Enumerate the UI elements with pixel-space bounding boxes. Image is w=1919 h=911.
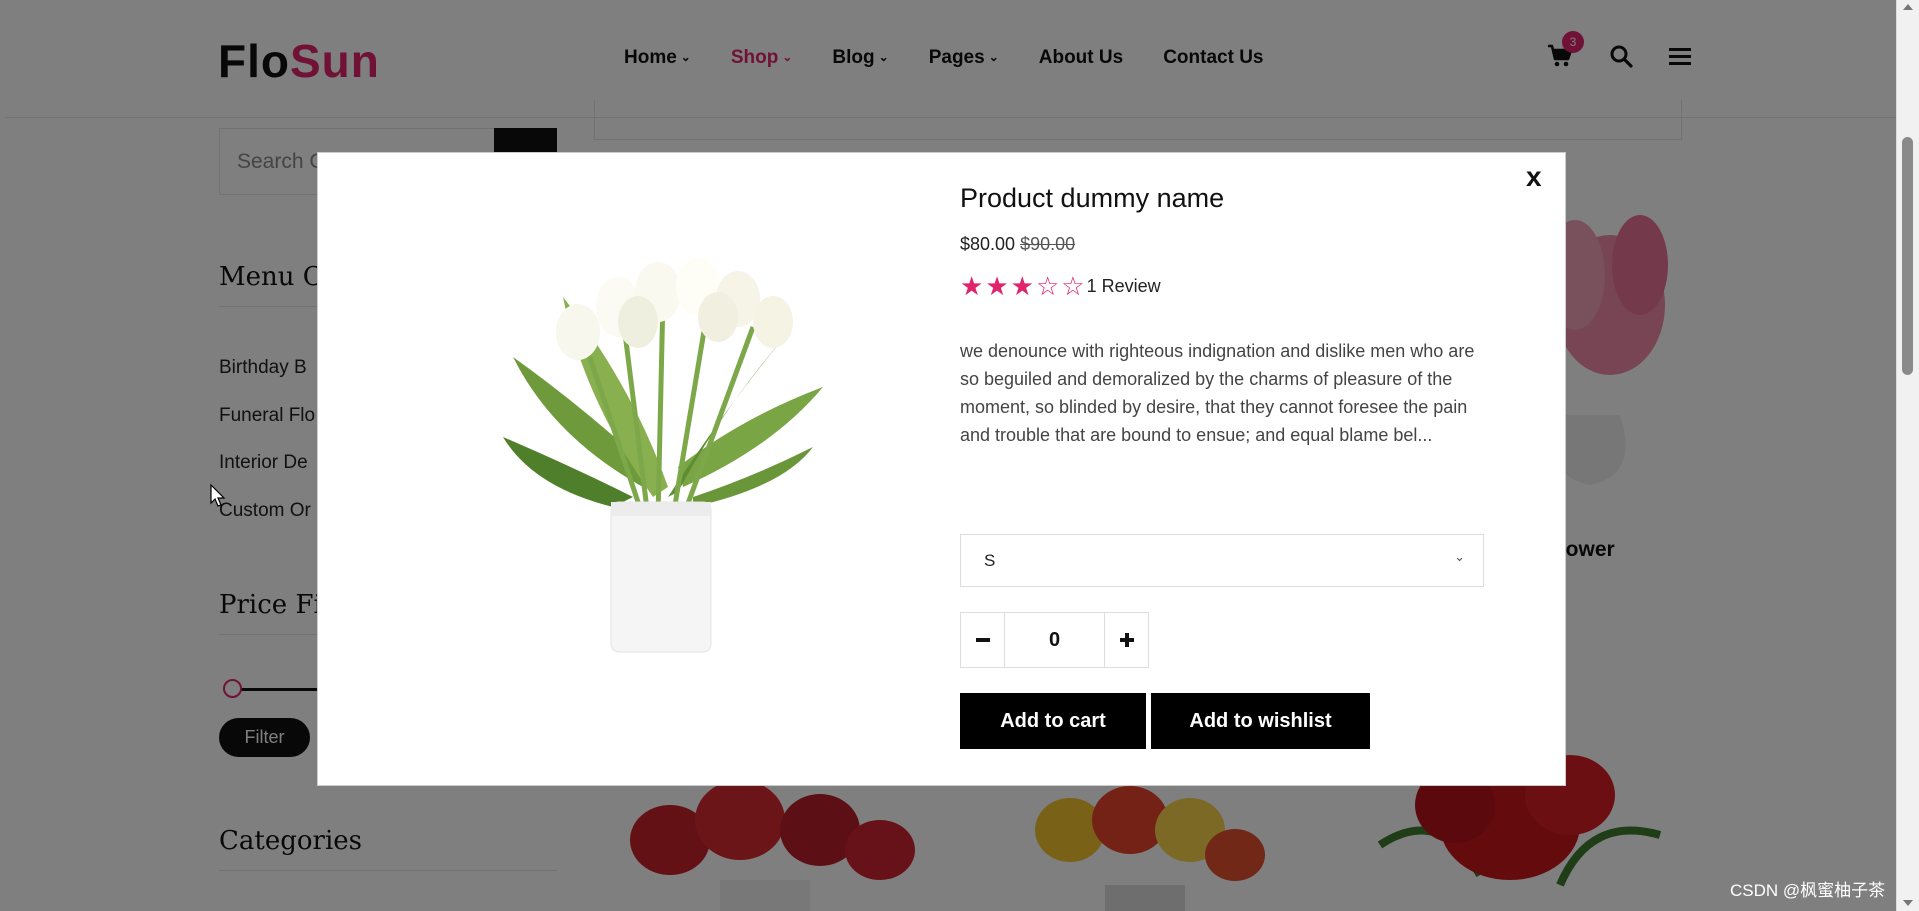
chevron-down-icon: ⌄ <box>1454 549 1465 564</box>
product-price: $80.00 $90.00 <box>960 234 1490 255</box>
page-scrollbar[interactable] <box>1896 0 1919 911</box>
quantity-decrease-button[interactable] <box>961 613 1005 667</box>
minus-icon <box>975 638 990 642</box>
star-empty-icon: ☆ <box>1061 271 1085 301</box>
product-rating: ★ ★ ★ ☆ ☆ 1 Review <box>960 273 1490 299</box>
size-select[interactable]: S ⌄ <box>960 534 1484 587</box>
mouse-cursor-icon <box>210 484 226 507</box>
scroll-up-arrow-icon[interactable] <box>1903 4 1913 10</box>
current-price: $80.00 <box>960 234 1016 254</box>
product-image-white-tulips <box>503 258 823 653</box>
star-empty-icon: ☆ <box>1035 271 1060 301</box>
size-selected-value: S <box>984 551 996 570</box>
watermark: CSDN @枫蜜柚子茶 <box>1730 881 1886 900</box>
add-to-cart-button[interactable]: Add to cart <box>960 693 1146 749</box>
plus-icon <box>1119 633 1134 647</box>
old-price: $90.00 <box>1020 234 1076 254</box>
star-filled-icon: ★ <box>985 271 1009 301</box>
product-description: we denounce with righteous indignation a… <box>960 341 1475 445</box>
add-to-wishlist-button[interactable]: Add to wishlist <box>1151 693 1370 749</box>
scroll-down-arrow-icon[interactable] <box>1903 900 1913 906</box>
star-filled-icon: ★ <box>960 271 984 301</box>
close-button[interactable]: x <box>1526 161 1542 193</box>
product-title: Product dummy name <box>960 183 1225 213</box>
product-quickview-modal: x Product dummy name $80.00 $90.00 ★ ★ ★… <box>317 152 1566 786</box>
quantity-increase-button[interactable] <box>1104 613 1148 667</box>
scrollbar-thumb[interactable] <box>1902 137 1913 375</box>
product-info: Product dummy name $80.00 $90.00 ★ ★ ★ ☆… <box>960 183 1490 449</box>
quantity-input[interactable]: 0 <box>1005 613 1104 667</box>
star-filled-icon: ★ <box>1010 271 1034 301</box>
review-count[interactable]: 1 Review <box>1087 276 1161 297</box>
quantity-stepper: 0 <box>960 612 1149 668</box>
